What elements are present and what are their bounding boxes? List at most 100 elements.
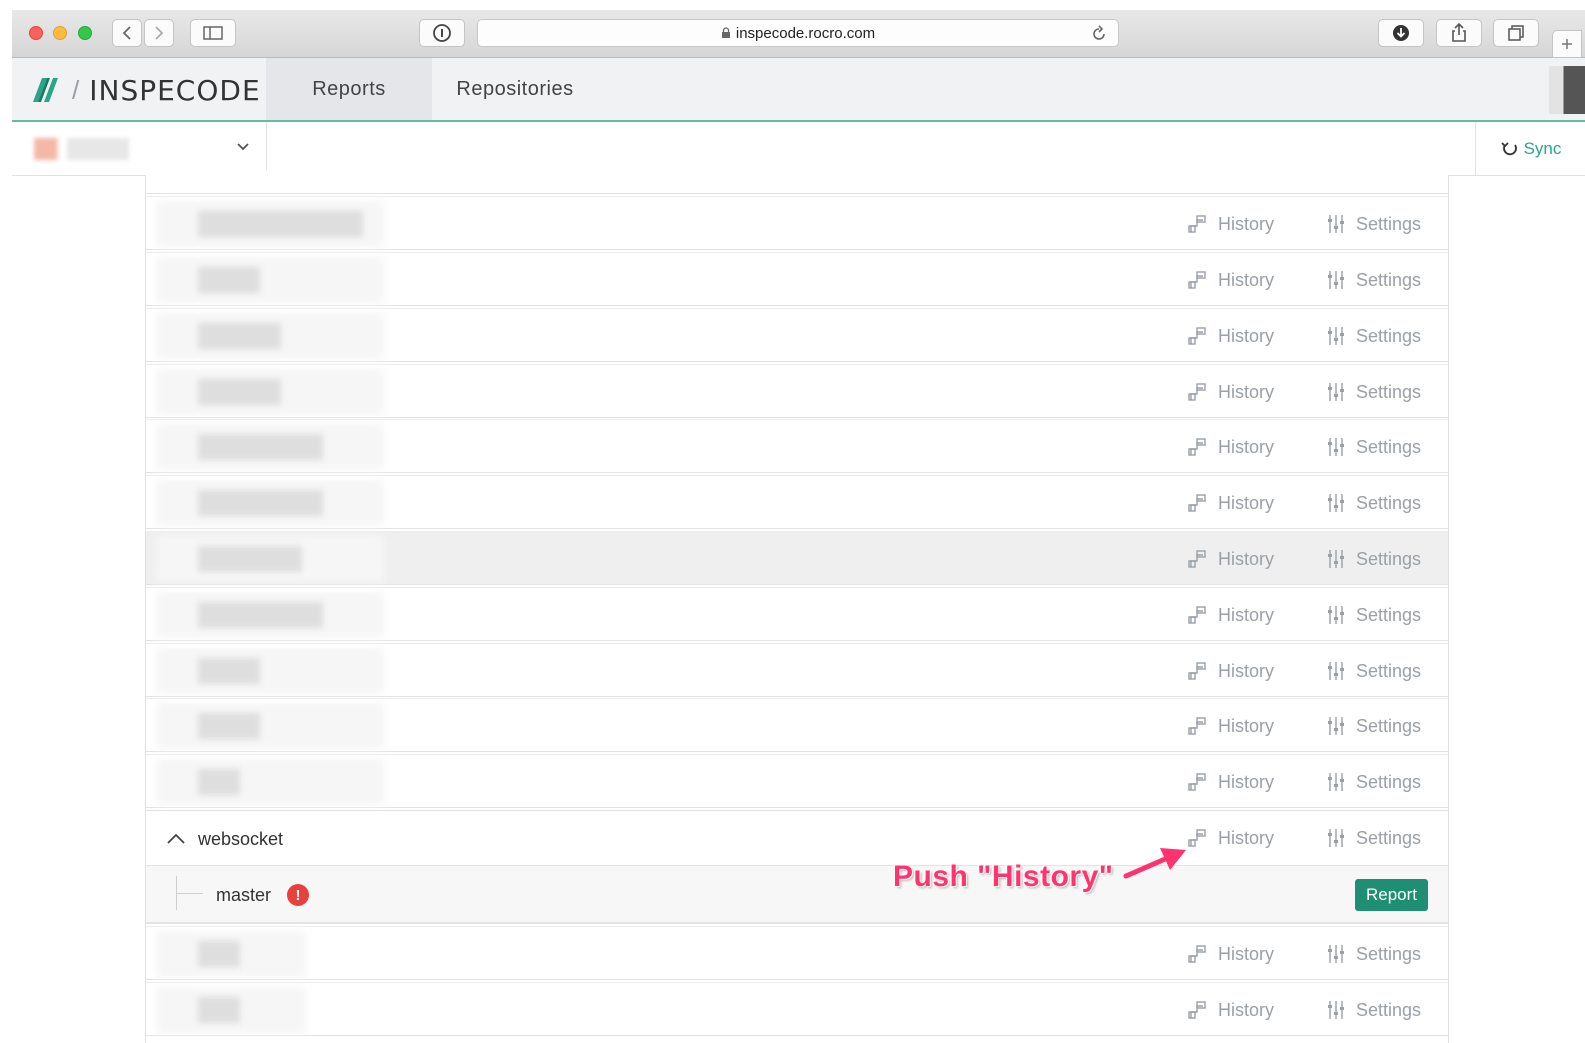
- brand-name: INSPECODE: [89, 73, 261, 107]
- settings-button[interactable]: Settings: [1326, 309, 1421, 363]
- settings-button[interactable]: Settings: [1326, 983, 1421, 1037]
- settings-label: Settings: [1356, 604, 1422, 625]
- table-row[interactable]: History Settings: [146, 982, 1448, 1036]
- sidebar-toggle-button[interactable]: [190, 19, 236, 47]
- sidebar-icon: [203, 26, 223, 40]
- repository-name: websocket: [198, 828, 284, 849]
- history-label: History: [1218, 771, 1275, 792]
- table-row[interactable]: History Settings: [146, 364, 1448, 418]
- history-label: History: [1218, 325, 1275, 346]
- redacted-background: [156, 703, 384, 749]
- history-icon: [1188, 945, 1206, 963]
- table-row[interactable]: History Settings: [146, 531, 1448, 585]
- privacy-report-button[interactable]: [419, 19, 465, 47]
- history-button[interactable]: History: [1188, 699, 1274, 753]
- settings-button[interactable]: Settings: [1326, 699, 1421, 753]
- history-button[interactable]: History: [1188, 197, 1274, 251]
- table-row[interactable]: History Settings: [146, 252, 1448, 306]
- avatar[interactable]: [1549, 66, 1585, 114]
- history-icon: [1188, 773, 1206, 791]
- history-button[interactable]: History: [1188, 588, 1274, 642]
- browser-toolbar: inspecode.rocro.com: [12, 10, 1585, 58]
- repository-name-redacted: [198, 713, 260, 739]
- history-icon: [1188, 717, 1206, 735]
- table-row[interactable]: History Settings: [146, 475, 1448, 529]
- history-button[interactable]: History: [1188, 927, 1274, 981]
- branch-label: master!: [216, 866, 310, 924]
- repository-name-redacted: [198, 941, 240, 967]
- sliders-icon: [1328, 662, 1344, 680]
- settings-label: Settings: [1356, 715, 1422, 736]
- settings-button[interactable]: Settings: [1326, 588, 1421, 642]
- brand[interactable]: / INSPECODE: [30, 72, 261, 108]
- settings-button[interactable]: Settings: [1326, 420, 1421, 474]
- history-button[interactable]: History: [1188, 532, 1274, 586]
- lock-icon: [721, 27, 730, 38]
- settings-button[interactable]: Settings: [1326, 532, 1421, 586]
- settings-button[interactable]: Settings: [1326, 365, 1421, 419]
- reload-icon[interactable]: [1090, 25, 1108, 43]
- tab-reports[interactable]: Reports: [266, 58, 432, 120]
- history-button[interactable]: History: [1188, 983, 1274, 1037]
- history-label: History: [1218, 548, 1275, 569]
- history-label: History: [1218, 213, 1275, 234]
- chevron-right-icon: [155, 26, 164, 40]
- settings-button[interactable]: Settings: [1326, 927, 1421, 981]
- share-button[interactable]: [1436, 19, 1482, 47]
- history-button[interactable]: History: [1188, 253, 1274, 307]
- table-row[interactable]: History Settings: [146, 698, 1448, 752]
- history-button[interactable]: History: [1188, 365, 1274, 419]
- table-row[interactable]: History Settings: [146, 587, 1448, 641]
- settings-button[interactable]: Settings: [1326, 755, 1421, 809]
- repository-toggle[interactable]: websocket: [166, 811, 283, 867]
- branch-name: master: [216, 884, 272, 905]
- table-row[interactable]: History Settings: [146, 926, 1448, 980]
- table-row[interactable]: History Settings: [146, 196, 1448, 250]
- forward-button[interactable]: [144, 19, 174, 47]
- settings-button[interactable]: Settings: [1326, 253, 1421, 307]
- settings-button[interactable]: Settings: [1326, 476, 1421, 530]
- settings-button[interactable]: Settings: [1326, 811, 1421, 865]
- repository-name-redacted: [198, 546, 302, 572]
- settings-button[interactable]: Settings: [1326, 644, 1421, 698]
- table-row[interactable]: History Settings: [146, 643, 1448, 697]
- table-row[interactable]: History Settings: [146, 308, 1448, 362]
- sliders-icon: [1328, 215, 1344, 233]
- new-tab-button[interactable]: [1552, 30, 1582, 58]
- table-row[interactable]: History Settings: [146, 419, 1448, 473]
- organization-select[interactable]: [12, 122, 267, 176]
- history-button[interactable]: History: [1188, 811, 1274, 865]
- settings-label: Settings: [1356, 660, 1422, 681]
- settings-label: Settings: [1356, 771, 1422, 792]
- share-icon: [1452, 23, 1466, 42]
- history-icon: [1188, 494, 1206, 512]
- report-button[interactable]: Report: [1354, 879, 1428, 911]
- history-label: History: [1218, 381, 1275, 402]
- sync-button[interactable]: Sync: [1475, 122, 1585, 176]
- history-button[interactable]: History: [1188, 476, 1274, 530]
- tab-repositories[interactable]: Repositories: [432, 58, 598, 120]
- history-button[interactable]: History: [1188, 644, 1274, 698]
- history-button[interactable]: History: [1188, 755, 1274, 809]
- table-row[interactable]: History Settings: [146, 754, 1448, 808]
- settings-label: Settings: [1356, 999, 1422, 1020]
- address-bar[interactable]: inspecode.rocro.com: [477, 19, 1119, 47]
- repository-name-redacted: [198, 602, 323, 628]
- history-icon: [1188, 271, 1206, 289]
- close-window-button[interactable]: [29, 26, 43, 40]
- back-button[interactable]: [112, 19, 142, 47]
- repository-list: History Settings History Settings History Set…: [145, 170, 1449, 1043]
- zoom-window-button[interactable]: [78, 26, 92, 40]
- history-button[interactable]: History: [1188, 309, 1274, 363]
- repository-name-redacted: [198, 490, 323, 516]
- minimize-window-button[interactable]: [53, 26, 67, 40]
- tabs-icon: [1508, 25, 1524, 41]
- downloads-button[interactable]: [1378, 19, 1424, 47]
- sliders-icon: [1328, 327, 1344, 345]
- history-button[interactable]: History: [1188, 420, 1274, 474]
- tabs-overview-button[interactable]: [1493, 19, 1539, 47]
- settings-button[interactable]: Settings: [1326, 197, 1421, 251]
- history-label: History: [1218, 827, 1275, 848]
- repository-row-websocket[interactable]: websocket History Settings: [146, 810, 1448, 866]
- chevron-down-icon: [237, 143, 249, 151]
